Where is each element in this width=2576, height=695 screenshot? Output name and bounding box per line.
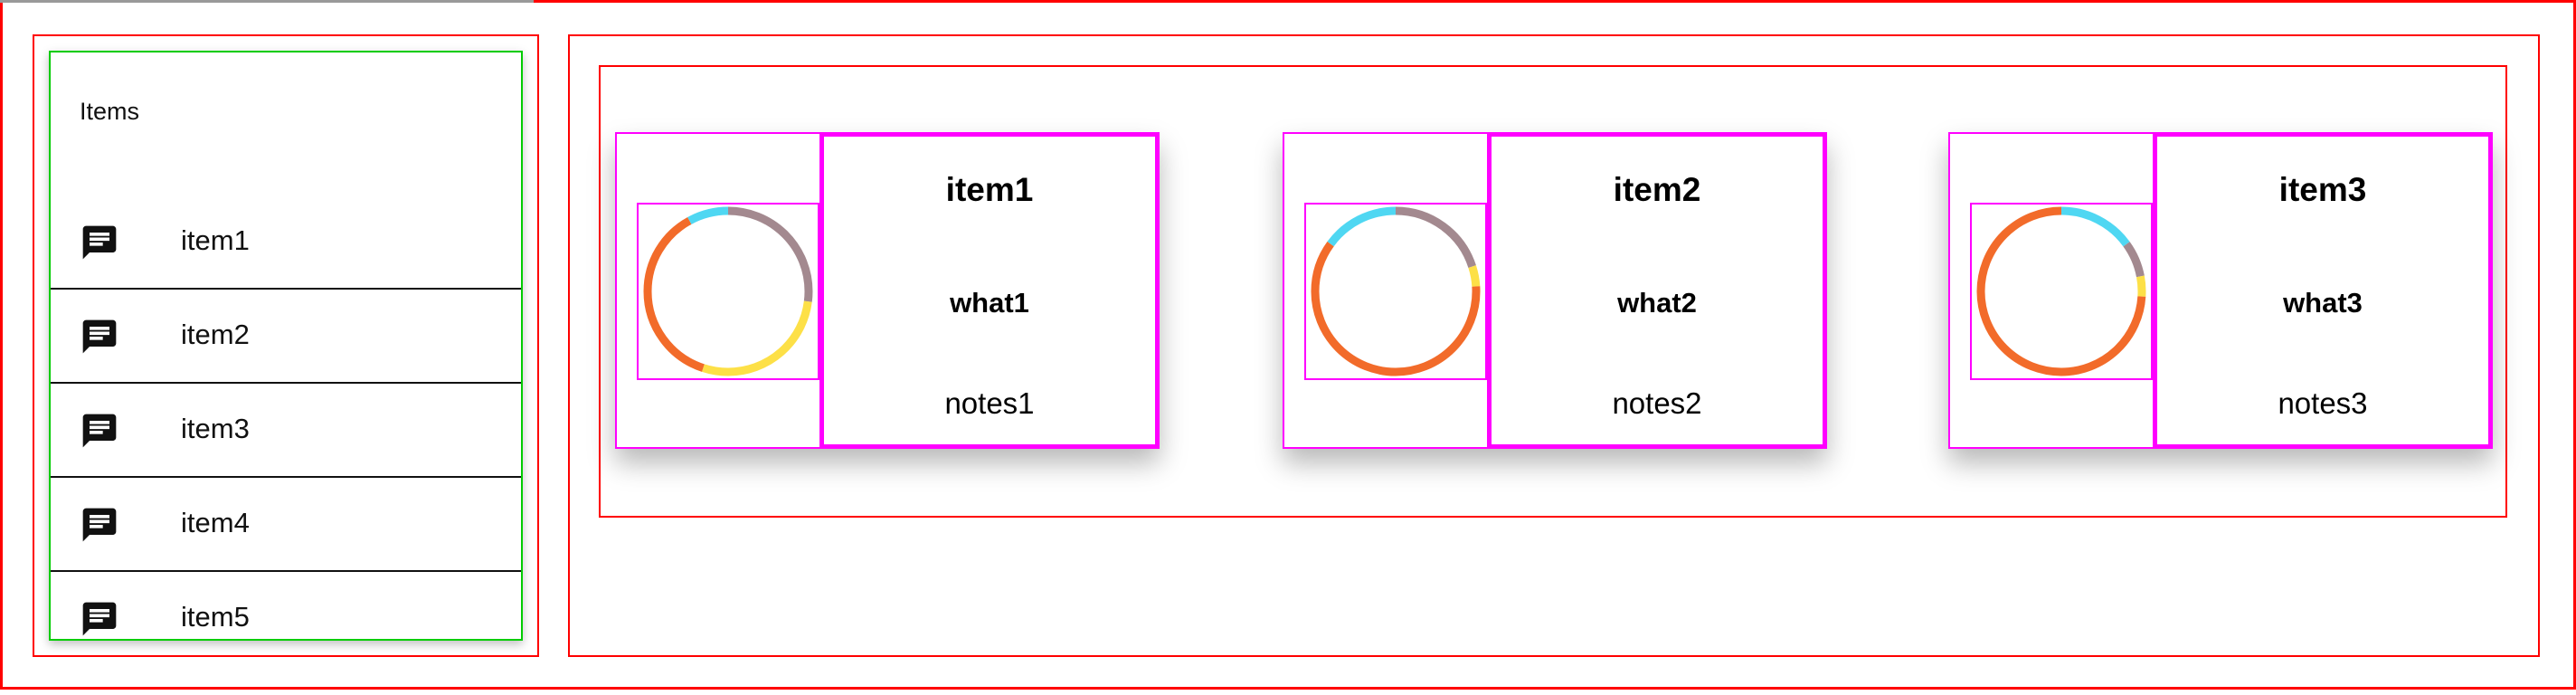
donut-container xyxy=(1284,134,1489,447)
horizontal-scroll-indicator[interactable] xyxy=(0,0,534,3)
item-notes: notes3 xyxy=(2278,386,2368,420)
item-card-1[interactable]: item1 what1 notes1 xyxy=(615,132,1160,449)
donut-container xyxy=(617,134,821,447)
item-what: what3 xyxy=(2283,287,2363,319)
item-notes: notes1 xyxy=(944,386,1035,420)
donut-chart xyxy=(1976,206,2146,376)
list-item-label: item3 xyxy=(181,413,250,444)
list-item-label: item5 xyxy=(181,601,250,633)
donut-chart xyxy=(1311,206,1481,376)
list-item-1[interactable]: item1 xyxy=(51,194,521,290)
donut-container xyxy=(1950,134,2155,447)
donut-chart-frame xyxy=(637,203,819,380)
donut-chart-frame xyxy=(1304,203,1487,380)
item-card-3[interactable]: item3 what3 notes3 xyxy=(1948,132,2493,449)
list-item-label: item1 xyxy=(181,224,250,256)
items-list-title: Items xyxy=(80,98,140,125)
item-info: item3 what3 notes3 xyxy=(2155,134,2491,447)
item-card-2[interactable]: item2 what2 notes2 xyxy=(1283,132,1827,449)
item-info: item1 what1 notes1 xyxy=(821,134,1158,447)
chat-icon xyxy=(82,508,117,542)
chat-icon xyxy=(82,414,117,448)
item-info: item2 what2 notes2 xyxy=(1489,134,1825,447)
list-item-4[interactable]: item4 xyxy=(51,476,521,572)
list-item-5[interactable]: item5 xyxy=(51,570,521,639)
list-item-3[interactable]: item3 xyxy=(51,382,521,478)
items-list-card: Items item1 item2 item3 item4 item5 xyxy=(49,51,523,641)
chat-icon xyxy=(82,319,117,354)
item-title: item3 xyxy=(2278,171,2367,208)
item-what: what1 xyxy=(950,287,1029,319)
chat-icon xyxy=(82,602,117,636)
donut-chart xyxy=(643,206,813,376)
chat-icon xyxy=(82,225,117,260)
item-title: item1 xyxy=(945,171,1034,208)
list-item-label: item4 xyxy=(181,507,250,538)
item-notes: notes2 xyxy=(1612,386,1702,420)
item-title: item2 xyxy=(1613,171,1701,208)
item-what: what2 xyxy=(1617,287,1697,319)
list-item-2[interactable]: item2 xyxy=(51,288,521,384)
donut-chart-frame xyxy=(1970,203,2153,380)
list-item-label: item2 xyxy=(181,319,250,350)
